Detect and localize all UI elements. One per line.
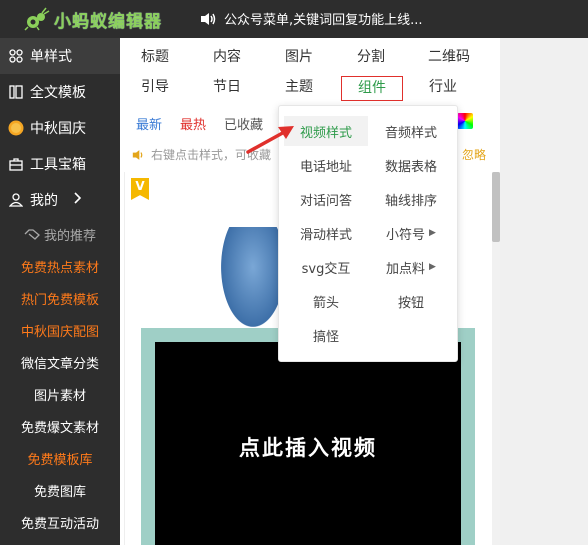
submenu-arrow-icon: ▶	[429, 262, 436, 272]
ant-logo-icon	[24, 7, 50, 31]
menu-item-label: 箭头	[312, 295, 339, 311]
color-picker-icon[interactable]	[457, 113, 473, 129]
menu-item-small-symbols[interactable]: 小符号 ▶	[369, 218, 453, 248]
template-icon	[8, 84, 24, 100]
menu-item-label: 按钮	[397, 295, 424, 311]
tab-qrcode[interactable]: 二维码	[418, 46, 480, 68]
tab-components[interactable]: 组件	[341, 76, 403, 101]
tab-title[interactable]: 标题	[124, 46, 186, 68]
sidebar-link-free-activities[interactable]: 免费互动活动	[0, 506, 120, 538]
video-placeholder-text: 点此插入视频	[239, 436, 377, 460]
filter-hottest[interactable]: 最热	[180, 114, 206, 133]
menu-item-label: 小符号	[386, 227, 426, 243]
sidebar-link-viral-material[interactable]: 免费爆文素材	[0, 410, 120, 442]
components-dropdown: 视频样式 音频样式 电话地址 数据表格 对话问答 轴线排序 滑动样式 小符号 ▶ …	[278, 105, 458, 362]
sidebar-item-mine[interactable]: 我的	[0, 182, 120, 218]
menu-item-audio-style[interactable]: 音频样式	[369, 116, 453, 146]
menu-item-label: 滑动样式	[299, 227, 352, 243]
menu-item-svg-interaction[interactable]: svg交互	[284, 252, 368, 282]
menu-item-label: svg交互	[301, 261, 351, 277]
menu-item-label: 视频样式	[299, 125, 352, 141]
illustration-figure	[221, 227, 285, 327]
top-bar: 小蚂蚁编辑器 公众号菜单,关键词回复功能上线...	[0, 0, 588, 38]
editor-area[interactable]	[500, 38, 588, 545]
sidebar-item-label: 中秋国庆	[30, 121, 86, 137]
menu-item-slide-style[interactable]: 滑动样式	[284, 218, 368, 248]
tab-divider[interactable]: 分割	[340, 46, 402, 68]
menu-item-data-table[interactable]: 数据表格	[369, 150, 453, 180]
sidebar-link-wechat-categories[interactable]: 微信文章分类	[0, 346, 120, 378]
grid-icon	[8, 48, 24, 64]
my-recommend-label[interactable]: 我的推荐	[0, 218, 120, 250]
panel-scrollbar[interactable]	[492, 172, 500, 545]
annotation-arrow-icon	[246, 126, 294, 154]
sidebar-link-hot-material[interactable]: 免费热点素材	[0, 250, 120, 282]
tab-guide[interactable]: 引导	[124, 76, 186, 98]
announcement-text: 公众号菜单,关键词回复功能上线...	[224, 13, 423, 28]
sidebar-item-full-template[interactable]: 全文模板	[0, 74, 120, 110]
sidebar: 单样式 全文模板 中秋国庆 工具宝箱 我的 我的推荐 免费热点素材 热门免费模板…	[0, 38, 120, 545]
sidebar-item-toolbox[interactable]: 工具宝箱	[0, 146, 120, 182]
tab-industry[interactable]: 行业	[412, 76, 474, 98]
menu-item-label: 轴线排序	[384, 193, 437, 209]
menu-item-extras[interactable]: 加点料 ▶	[369, 252, 453, 282]
vip-badge: V	[131, 178, 149, 200]
tab-row-2: 引导 节日 主题 组件 行业	[120, 76, 500, 106]
submenu-arrow-icon: ▶	[429, 228, 436, 238]
menu-item-label: 数据表格	[384, 159, 437, 175]
tab-holiday[interactable]: 节日	[196, 76, 258, 98]
menu-item-timeline[interactable]: 轴线排序	[369, 184, 453, 214]
sidebar-link-hot-templates[interactable]: 热门免费模板	[0, 282, 120, 314]
handshake-icon	[24, 229, 40, 240]
tab-row-1: 标题 内容 图片 分割 二维码	[120, 46, 500, 76]
app-title: 小蚂蚁编辑器	[54, 11, 162, 32]
sidebar-link-template-library[interactable]: 免费模板库	[0, 442, 120, 474]
user-icon	[8, 192, 24, 208]
sidebar-item-label: 我的	[30, 193, 58, 209]
sidebar-item-label: 全文模板	[30, 85, 86, 101]
sidebar-item-single-style[interactable]: 单样式	[0, 38, 120, 74]
sidebar-link-midautumn-images[interactable]: 中秋国庆配图	[0, 314, 120, 346]
scrollbar-thumb[interactable]	[492, 172, 500, 242]
sidebar-link-free-gallery[interactable]: 免费图库	[0, 474, 120, 506]
sidebar-item-mid-autumn[interactable]: 中秋国庆	[0, 110, 120, 146]
sidebar-item-label: 单样式	[30, 49, 72, 65]
announcement[interactable]: 公众号菜单,关键词回复功能上线...	[200, 9, 423, 28]
ignore-hint-button[interactable]: 忽略	[462, 146, 486, 163]
moon-icon	[8, 120, 24, 136]
filter-newest[interactable]: 最新	[136, 114, 162, 133]
chevron-right-icon	[74, 192, 82, 208]
menu-item-buttons[interactable]: 按钮	[369, 286, 453, 316]
sidebar-link-image-material[interactable]: 图片素材	[0, 378, 120, 410]
menu-item-label: 音频样式	[384, 125, 437, 141]
recommend-text: 我的推荐	[43, 228, 96, 244]
sidebar-item-label: 工具宝箱	[30, 157, 86, 173]
speaker-icon	[132, 149, 143, 160]
menu-item-dialogue[interactable]: 对话问答	[284, 184, 368, 214]
menu-item-label: 搞怪	[312, 329, 339, 345]
tab-theme[interactable]: 主题	[268, 76, 330, 98]
tab-image[interactable]: 图片	[268, 46, 330, 68]
toolbox-icon	[8, 156, 24, 172]
tab-content[interactable]: 内容	[196, 46, 258, 68]
menu-item-label: 对话问答	[299, 193, 352, 209]
menu-item-funny[interactable]: 搞怪	[284, 320, 368, 350]
menu-item-label: 电话地址	[299, 159, 352, 175]
menu-item-arrows[interactable]: 箭头	[284, 286, 368, 316]
menu-item-label: 加点料	[386, 261, 426, 277]
video-placeholder[interactable]: 点此插入视频	[155, 342, 461, 545]
logo[interactable]: 小蚂蚁编辑器	[24, 6, 162, 32]
speaker-icon	[201, 12, 216, 25]
